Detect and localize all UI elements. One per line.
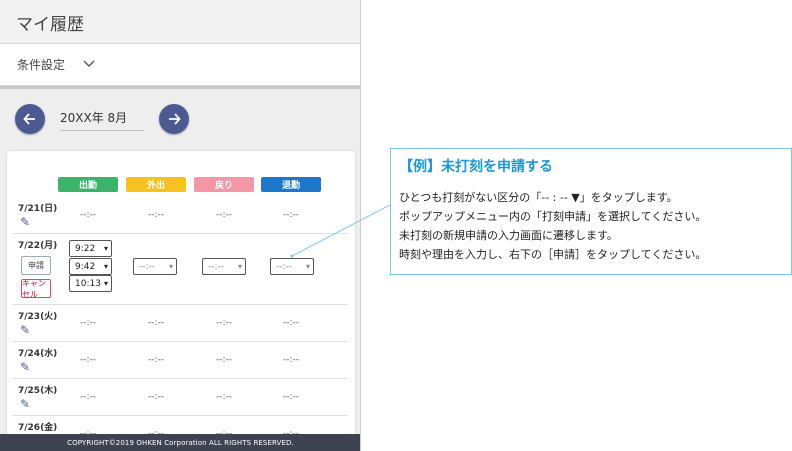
callout-line: ポップアップメニュー内の「打刻申請」を選択してください。 — [399, 210, 707, 223]
callout-body: ひとつも打刻がない区分の「-- : -- ▼」をタップします。 ポップアップメニ… — [399, 188, 789, 264]
instruction-callout: 【例】未打刻を申請する ひとつも打刻がない区分の「-- : -- ▼」をタップし… — [390, 148, 792, 275]
callout-line: ひとつも打刻がない区分の「-- : -- ▼」をタップします。 — [399, 191, 678, 204]
callout-title: 【例】未打刻を申請する — [399, 159, 553, 175]
callout-line: 未打刻の新規申請の入力画面に遷移します。 — [399, 229, 618, 242]
callout-line: 時刻や理由を入力し、右下の［申請］をタップしてください。 — [399, 248, 707, 261]
